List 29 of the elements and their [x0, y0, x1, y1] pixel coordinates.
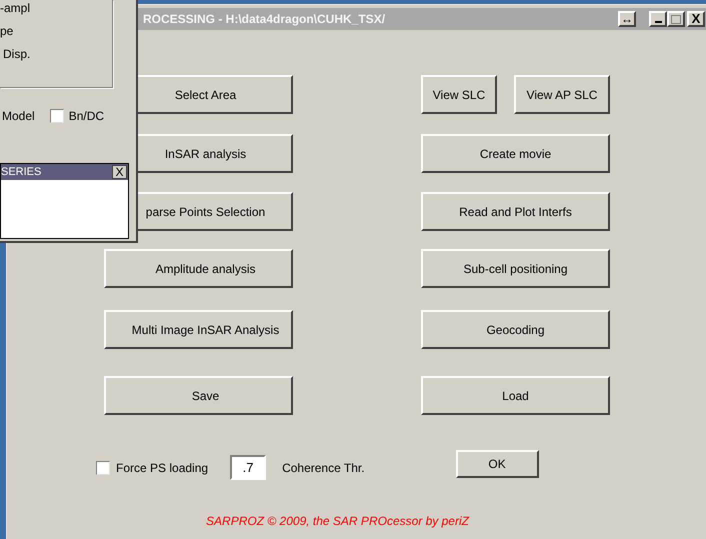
resize-button[interactable]: ↔: [618, 11, 636, 27]
copyright-text: SARPROZ © 2009, the SAR PROcessor by periZ: [206, 513, 469, 530]
option-label: pe: [0, 23, 14, 40]
series-title: SERIES: [1, 166, 42, 178]
action-button[interactable]: Sub-cell positioning: [421, 249, 610, 288]
bn-dc-checkbox[interactable]: [50, 109, 64, 123]
close-button[interactable]: X: [112, 165, 127, 179]
window-title: ROCESSING - H:\data4dragon\CUHK_TSX/: [143, 11, 386, 28]
ok-button[interactable]: OK: [456, 450, 539, 478]
checkbox-label: Bn/DC: [68, 108, 104, 125]
action-button[interactable]: Read and Plot Interfs: [421, 192, 610, 231]
action-button[interactable]: Amplitude analysis: [104, 249, 293, 288]
action-button[interactable]: View AP SLC: [514, 75, 610, 114]
coherence-field[interactable]: .7: [230, 455, 266, 480]
action-button[interactable]: Geocoding: [421, 310, 610, 349]
minimize-button[interactable]: [649, 11, 667, 27]
action-button[interactable]: Create movie: [421, 134, 610, 173]
force-ps-checkbox[interactable]: [96, 460, 110, 474]
action-button[interactable]: Save: [104, 376, 293, 415]
close-button[interactable]: X: [687, 11, 705, 27]
model-label: Model: [2, 108, 35, 125]
option-label: -ampl: [0, 0, 32, 17]
action-button[interactable]: View SLC: [421, 75, 497, 114]
maximize-button[interactable]: [667, 11, 685, 27]
coherence-label: Coherence Thr.: [282, 460, 365, 476]
checkbox-label: Force PS loading: [116, 460, 208, 476]
action-button[interactable]: Multi Image InSAR Analysis: [104, 310, 293, 349]
action-button[interactable]: Load: [421, 376, 610, 415]
option-label: Disp.: [2, 46, 32, 63]
